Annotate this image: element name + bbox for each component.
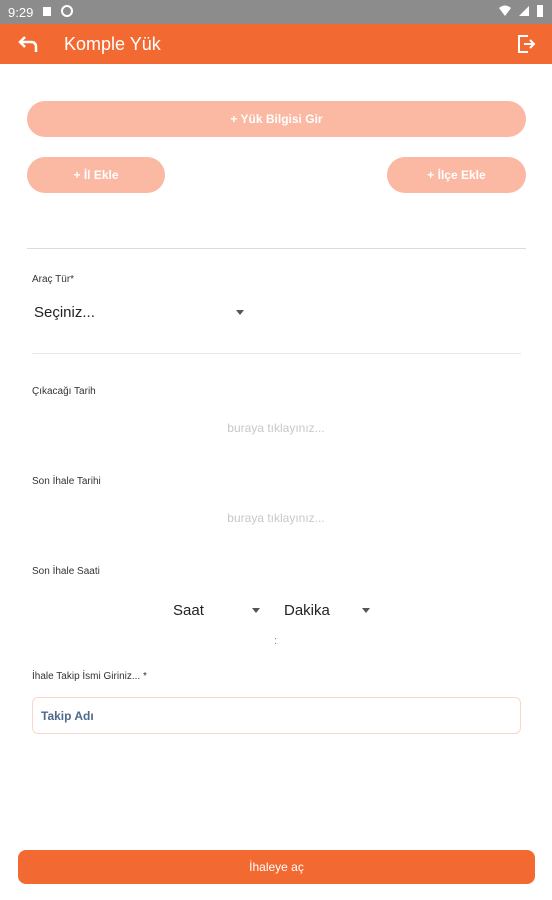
vehicle-type-underline: [32, 353, 521, 354]
wifi-icon: [498, 5, 512, 20]
minute-select[interactable]: Dakika: [284, 602, 370, 619]
add-cargo-info-button[interactable]: + Yük Bilgisi Gir: [27, 101, 526, 137]
chevron-down-icon: [236, 310, 244, 315]
minute-value: Dakika: [284, 602, 330, 619]
section-divider: [27, 248, 526, 249]
signal-icon: [518, 5, 530, 20]
hour-value: Saat: [173, 602, 204, 619]
back-arrow-icon: [18, 36, 38, 52]
status-time: 9:29: [8, 4, 34, 20]
logout-button[interactable]: [512, 30, 540, 58]
time-separator: :: [274, 635, 278, 647]
tracking-name-placeholder: Takip Adı: [41, 708, 94, 723]
add-city-button[interactable]: + İl Ekle: [27, 157, 165, 193]
chevron-down-icon: [362, 608, 370, 613]
back-button[interactable]: [8, 24, 48, 64]
vehicle-type-value: Seçiniz...: [34, 304, 95, 321]
notification-icon: [41, 5, 53, 20]
logout-icon: [518, 35, 536, 53]
status-bar: 9:29: [0, 0, 552, 24]
app-toolbar: Komple Yük: [0, 24, 552, 64]
tracking-name-label: İhale Takip İsmi Giriniz... *: [32, 671, 147, 682]
tracking-name-input[interactable]: Takip Adı: [32, 697, 521, 734]
last-bid-date-label: Son İhale Tarihi: [32, 476, 101, 487]
vehicle-type-select[interactable]: Seçiniz...: [34, 304, 244, 321]
vehicle-type-label: Araç Tür*: [32, 274, 75, 285]
page-title: Komple Yük: [64, 33, 161, 54]
last-bid-date-picker[interactable]: buraya tıklayınız...: [0, 511, 552, 525]
open-bid-button[interactable]: İhaleye aç: [18, 850, 535, 884]
sync-icon: [61, 4, 74, 20]
departure-date-picker[interactable]: buraya tıklayınız...: [0, 421, 552, 435]
chevron-down-icon: [252, 608, 260, 613]
add-district-button[interactable]: + İlçe Ekle: [387, 157, 526, 193]
departure-date-label: Çıkacağı Tarih: [32, 386, 96, 397]
hour-select[interactable]: Saat: [173, 602, 260, 619]
last-bid-time-label: Son İhale Saati: [32, 566, 100, 577]
battery-icon: [536, 4, 544, 21]
